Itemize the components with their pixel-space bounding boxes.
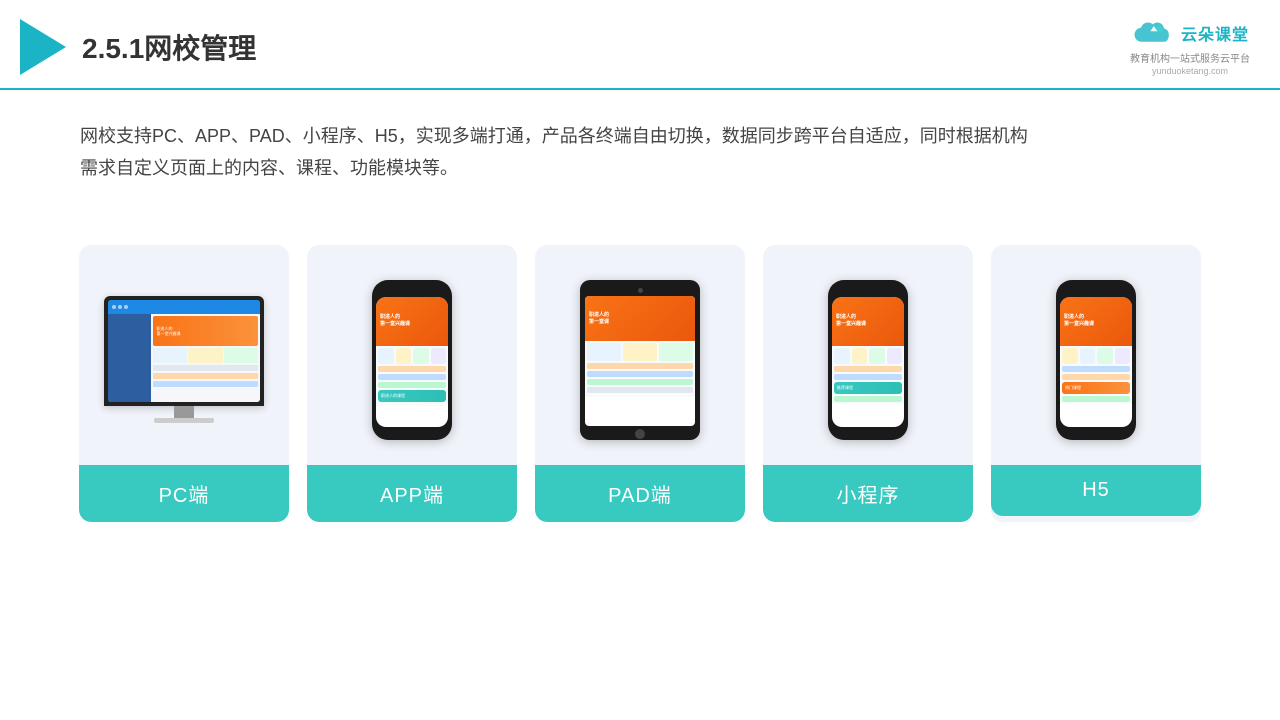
miniprogram-phone-screen: 职进人的第一堂兴趣课 推荐课程 [832,297,904,427]
h5-phone-mockup: 职进人的第一堂兴趣课 热门课程 [1056,280,1136,440]
pc-mockup: 职进人的第一堂兴趣课 [104,296,264,423]
pad-image-area: 职进人的第一堂课 [535,245,745,465]
h5-phone-notch [1082,288,1110,294]
miniprogram-label: 小程序 [763,465,973,522]
brand-area: 云朵课堂 教育机构一站式服务云平台 yunduoketang.com [1130,18,1250,76]
app-phone-screen: 职进人的第一堂兴趣课 职进人的课程 [376,297,448,427]
tablet-home-button [635,429,645,439]
pc-card: 职进人的第一堂兴趣课 [79,245,289,522]
miniprogram-phone-notch [854,288,882,294]
tablet-screen: 职进人的第一堂课 [585,296,695,426]
tablet-outer: 职进人的第一堂课 [580,280,700,440]
pad-card: 职进人的第一堂课 [535,245,745,522]
app-phone-mockup: 职进人的第一堂兴趣课 职进人的课程 [372,280,452,440]
pc-label: PC端 [79,465,289,522]
pc-screen-inner: 职进人的第一堂兴趣课 [108,300,260,402]
app-image-area: 职进人的第一堂兴趣课 职进人的课程 [307,245,517,465]
miniprogram-image-area: 职进人的第一堂兴趣课 推荐课程 [763,245,973,465]
h5-card: 职进人的第一堂兴趣课 热门课程 [991,245,1201,522]
pc-image-area: 职进人的第一堂兴趣课 [79,245,289,465]
phone-notch [398,288,426,294]
app-label: APP端 [307,465,517,522]
brand-logo: 云朵课堂 [1131,18,1249,48]
brand-url: yunduoketang.com [1152,66,1228,76]
device-cards-container: 职进人的第一堂兴趣课 [0,215,1280,542]
app-card: 职进人的第一堂兴趣课 职进人的课程 [307,245,517,522]
logo-triangle-icon [20,19,66,75]
h5-phone-screen: 职进人的第一堂兴趣课 热门课程 [1060,297,1132,427]
cloud-icon [1131,18,1175,48]
pad-tablet-mockup: 职进人的第一堂课 [580,280,700,440]
description-text: 网校支持PC、APP、PAD、小程序、H5，实现多端打通，产品各终端自由切换，数… [0,90,1280,205]
miniprogram-phone-mockup: 职进人的第一堂兴趣课 推荐课程 [828,280,908,440]
page-title: 2.5.1网校管理 [82,27,256,67]
tablet-camera [638,288,643,293]
h5-label: H5 [991,465,1201,516]
brand-tagline: 教育机构一站式服务云平台 [1130,50,1250,65]
h5-image-area: 职进人的第一堂兴趣课 热门课程 [991,245,1201,465]
miniprogram-card: 职进人的第一堂兴趣课 推荐课程 [763,245,973,522]
brand-name: 云朵课堂 [1181,21,1249,45]
header-left: 2.5.1网校管理 [20,19,256,75]
pad-label: PAD端 [535,465,745,522]
page-header: 2.5.1网校管理 云朵课堂 教育机构一站式服务云平台 yunduoketang… [0,0,1280,90]
pc-screen-outer: 职进人的第一堂兴趣课 [104,296,264,406]
